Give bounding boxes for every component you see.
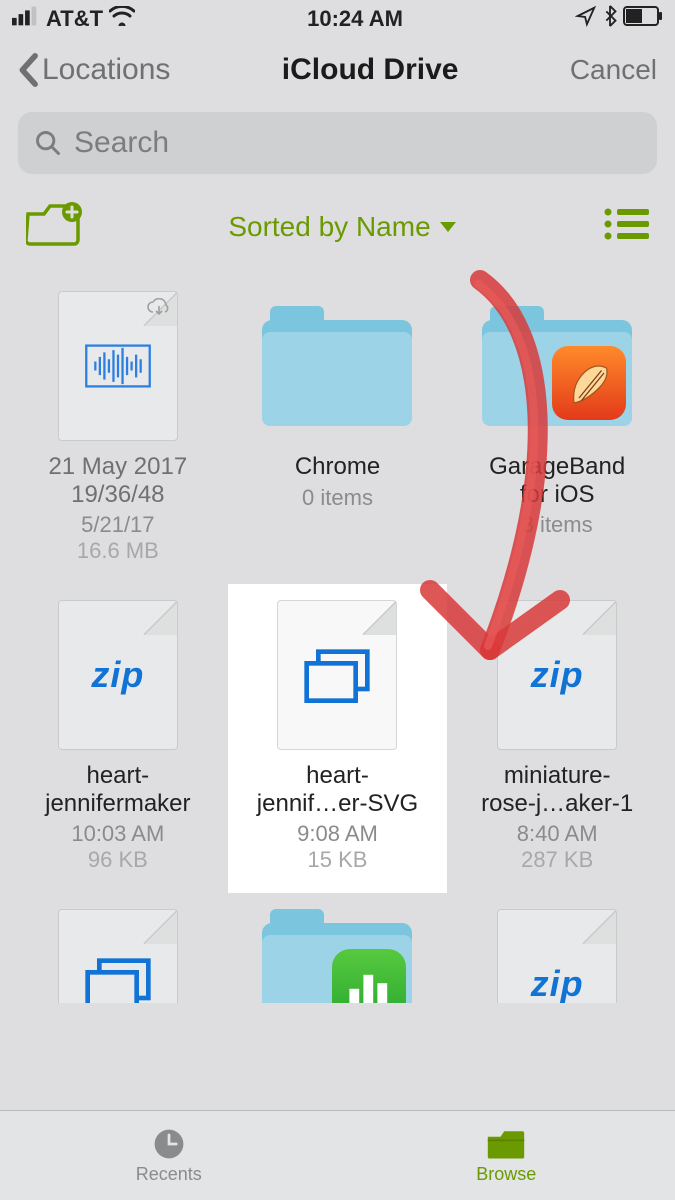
images-icon [302, 647, 372, 703]
svg-file-icon [277, 600, 397, 750]
cancel-button[interactable]: Cancel [570, 54, 657, 86]
carrier-label: AT&T [46, 6, 103, 32]
zip-file-icon: zip [497, 600, 617, 750]
tab-label: Recents [136, 1164, 202, 1185]
zip-file-icon: zip [58, 600, 178, 750]
status-bar: AT&T 10:24 AM [0, 0, 675, 38]
list-icon [603, 207, 649, 241]
file-size: 16.6 MB [77, 538, 159, 564]
file-name-line2: jennifermaker [45, 790, 190, 818]
clock: 10:24 AM [307, 6, 403, 32]
signal-icon [12, 6, 40, 32]
folder-icon [486, 1126, 526, 1162]
tab-label: Browse [476, 1164, 536, 1185]
search-field[interactable]: Search [18, 112, 657, 174]
tab-bar: Recents Browse [0, 1110, 675, 1200]
file-name-line2: jennif…er-SVG [257, 790, 418, 818]
folder-icon [482, 306, 632, 426]
cloud-download-icon [147, 298, 171, 318]
file-item[interactable]: 21 May 2017 19/36/48 5/21/17 16.6 MB [8, 275, 228, 584]
file-name: 21 May 2017 [48, 453, 187, 481]
search-icon [34, 129, 62, 157]
nav-bar: Locations iCloud Drive Cancel [0, 38, 675, 102]
file-item[interactable]: zip miniature- rose-j…aker-1 8:40 AM 287… [447, 584, 667, 893]
file-name: heart- [86, 762, 149, 790]
location-icon [575, 5, 597, 33]
bluetooth-icon [603, 5, 617, 33]
file-name-line2: rose-j…aker-1 [481, 790, 633, 818]
garageband-icon [552, 346, 626, 420]
search-placeholder: Search [74, 126, 169, 160]
clock-icon [149, 1126, 189, 1162]
file-size: 96 KB [88, 847, 148, 873]
sort-button[interactable]: Sorted by Name [228, 211, 456, 243]
file-icon [58, 291, 178, 441]
folder-name: Chrome [295, 453, 380, 481]
numbers-icon [332, 949, 406, 1003]
file-item[interactable]: zip heart- jennifermaker 10:03 AM 96 KB [8, 584, 228, 893]
file-grid: 21 May 2017 19/36/48 5/21/17 16.6 MB Chr… [0, 267, 675, 1003]
file-date: 5/21/17 [81, 512, 154, 538]
new-folder-button[interactable] [26, 202, 82, 251]
file-date: 8:40 AM [517, 821, 598, 847]
file-name-line2: 19/36/48 [71, 481, 164, 509]
folder-item[interactable] [228, 893, 448, 1003]
folder-name-line2: for iOS [520, 481, 595, 509]
file-name: miniature- [504, 762, 611, 790]
folder-item[interactable]: Chrome 0 items [228, 275, 448, 584]
folder-count: 3 items [522, 512, 593, 538]
folder-count: 0 items [302, 485, 373, 511]
svg-file-icon [58, 909, 178, 1003]
folder-icon [262, 909, 412, 1003]
audio-waveform-icon [84, 343, 152, 389]
tab-recents[interactable]: Recents [0, 1111, 338, 1200]
file-name: heart- [306, 762, 369, 790]
chevron-left-icon [18, 53, 38, 87]
images-icon [83, 956, 153, 1003]
list-view-button[interactable] [603, 207, 649, 246]
wifi-icon [109, 6, 135, 32]
file-date: 10:03 AM [71, 821, 164, 847]
back-button[interactable]: Locations [18, 53, 170, 87]
folder-name: GarageBand [489, 453, 625, 481]
zip-file-icon: zip [497, 909, 617, 1003]
folder-plus-icon [26, 202, 82, 246]
toolbar: Sorted by Name [0, 192, 675, 267]
back-label: Locations [42, 53, 170, 87]
folder-icon [262, 306, 412, 426]
sort-label: Sorted by Name [228, 211, 430, 243]
page-title: iCloud Drive [282, 53, 459, 87]
folder-item[interactable]: GarageBand for iOS 3 items [447, 275, 667, 584]
file-item-selected[interactable]: heart- jennif…er-SVG 9:08 AM 15 KB [228, 584, 448, 893]
file-item[interactable]: zip [447, 893, 667, 1003]
file-date: 9:08 AM [297, 821, 378, 847]
file-size: 15 KB [308, 847, 368, 873]
file-size: 287 KB [521, 847, 593, 873]
file-item[interactable] [8, 893, 228, 1003]
tab-browse[interactable]: Browse [338, 1111, 675, 1200]
chevron-down-icon [439, 220, 457, 234]
battery-icon [623, 6, 663, 32]
